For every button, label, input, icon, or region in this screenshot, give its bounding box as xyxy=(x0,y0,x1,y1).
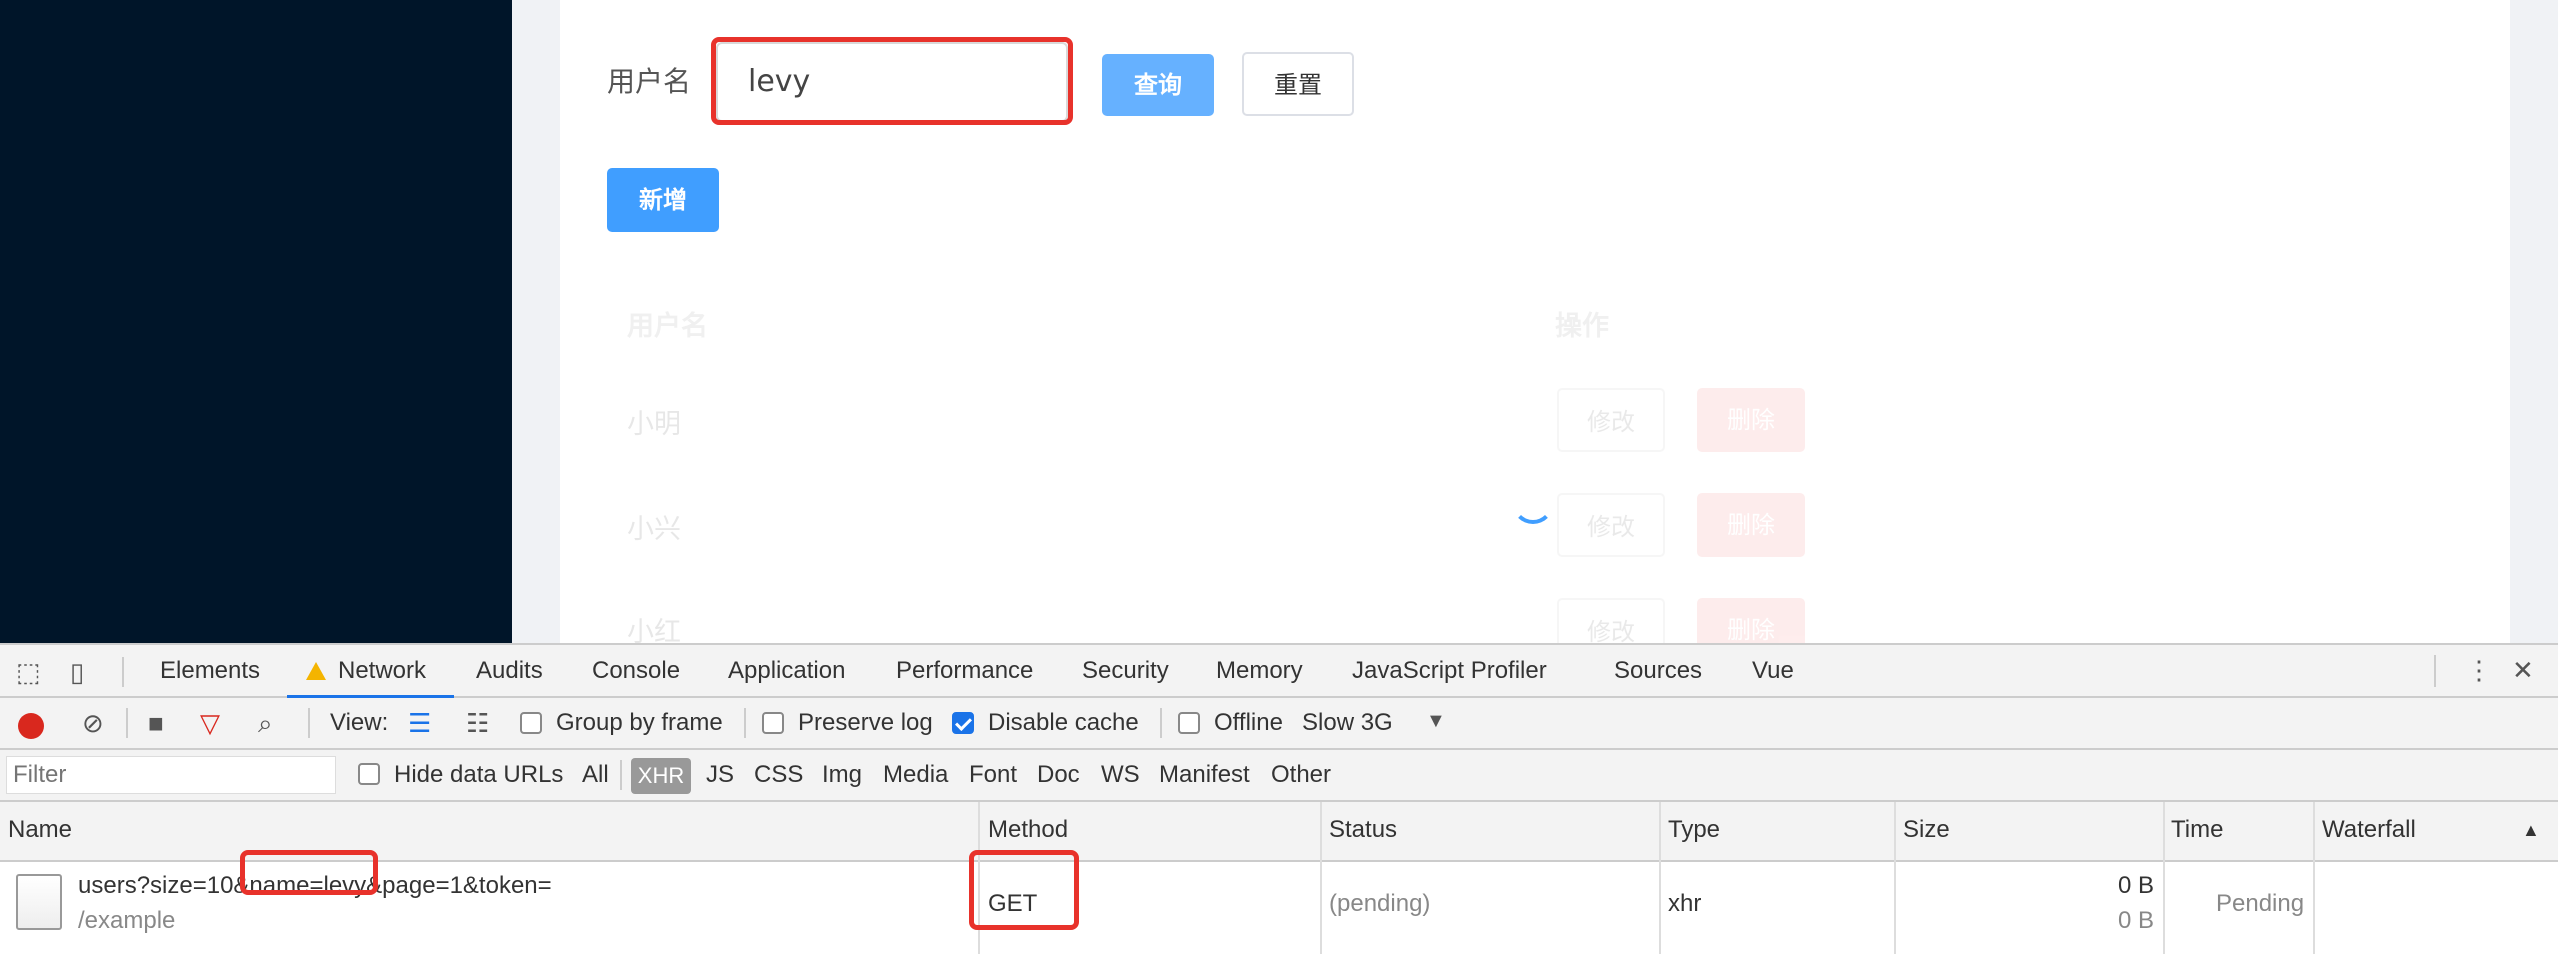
column-status[interactable]: Status xyxy=(1329,816,1397,844)
column-divider xyxy=(1659,802,1661,954)
column-divider xyxy=(1320,802,1322,954)
request-size-resource: 0 B xyxy=(2118,907,2155,934)
divider xyxy=(744,708,746,738)
tab-javascript-profiler[interactable]: JavaScript Profiler xyxy=(1352,655,1547,687)
tab-elements[interactable]: Elements xyxy=(160,655,260,687)
large-rows-icon[interactable]: ☰ xyxy=(408,708,431,738)
edit-button[interactable]: 修改 xyxy=(1557,388,1665,452)
reset-button[interactable]: 重置 xyxy=(1242,52,1354,116)
tab-audits[interactable]: Audits xyxy=(476,655,543,687)
delete-button[interactable]: 删除 xyxy=(1697,388,1805,452)
divider xyxy=(122,657,124,687)
filter-type-doc[interactable]: Doc xyxy=(1037,760,1080,790)
search-icon[interactable]: ⌕ xyxy=(258,708,273,738)
add-button[interactable]: 新增 xyxy=(607,168,719,232)
edit-button[interactable]: 修改 xyxy=(1557,493,1665,557)
search-label: 用户名 xyxy=(607,65,692,98)
query-button[interactable]: 查询 xyxy=(1102,54,1214,116)
tab-memory[interactable]: Memory xyxy=(1216,655,1303,687)
group-by-frame-checkbox[interactable] xyxy=(520,712,542,734)
tab-security[interactable]: Security xyxy=(1082,655,1169,687)
tab-performance[interactable]: Performance xyxy=(896,655,1033,687)
tab-network[interactable]: Network xyxy=(338,655,426,687)
filter-type-media[interactable]: Media xyxy=(883,760,948,790)
divider xyxy=(620,760,622,790)
clear-icon[interactable]: ⊘ xyxy=(82,708,104,738)
document-icon xyxy=(16,874,62,930)
column-divider xyxy=(978,802,980,954)
filter-type-manifest[interactable]: Manifest xyxy=(1159,760,1250,790)
divider xyxy=(2434,655,2436,687)
app-sidebar xyxy=(0,0,512,643)
column-waterfall[interactable]: Waterfall xyxy=(2322,816,2416,844)
column-method[interactable]: Method xyxy=(988,816,1068,844)
filter-icon[interactable]: ▽ xyxy=(200,708,220,738)
request-size-transferred: 0 B xyxy=(2118,872,2155,899)
filter-bar: Hide data URLs All JS CSS Img Media Font… xyxy=(0,750,2558,802)
devtools-panel: ⬚ ▯ Elements Network Audits Console Appl… xyxy=(0,643,2558,954)
username-input-value[interactable]: levy xyxy=(748,63,810,101)
preserve-log-checkbox[interactable] xyxy=(762,712,784,734)
tab-sources[interactable]: Sources xyxy=(1614,655,1702,687)
network-toolbar: ⊘ ■ ▽ ⌕ View: ☰ ☷ Group by frame Preserv… xyxy=(0,698,2558,750)
table-cell-name: 小明 xyxy=(627,409,681,440)
filter-type-xhr[interactable]: XHR xyxy=(631,758,691,794)
group-by-frame-label: Group by frame xyxy=(556,709,723,736)
sort-ascending-icon[interactable]: ▲ xyxy=(2522,820,2540,841)
preserve-log-label: Preserve log xyxy=(798,709,933,736)
filter-input[interactable] xyxy=(6,756,336,794)
column-time[interactable]: Time xyxy=(2171,816,2223,844)
filter-type-all[interactable]: All xyxy=(582,760,609,790)
column-name[interactable]: Name xyxy=(8,816,72,844)
inspect-element-icon[interactable]: ⬚ xyxy=(16,657,41,687)
tab-console[interactable]: Console xyxy=(592,655,680,687)
waterfall-overview-icon[interactable]: ☷ xyxy=(466,708,489,738)
request-time: Pending xyxy=(2216,890,2305,917)
column-divider xyxy=(2163,802,2165,954)
table-header-actions: 操作 xyxy=(1555,311,1609,342)
screenshot-camera-icon[interactable]: ■ xyxy=(148,708,164,738)
close-icon[interactable]: ✕ xyxy=(2512,655,2534,685)
divider xyxy=(126,708,128,738)
filter-type-other[interactable]: Other xyxy=(1271,760,1331,790)
requests-header: Name Method Status Type Size Time Waterf… xyxy=(0,802,2558,862)
offline-checkbox[interactable] xyxy=(1178,712,1200,734)
filter-type-font[interactable]: Font xyxy=(969,760,1017,790)
filter-type-js[interactable]: JS xyxy=(706,760,734,790)
column-size[interactable]: Size xyxy=(1903,816,1950,844)
chevron-down-icon[interactable]: ▼ xyxy=(1426,706,1446,736)
request-name[interactable]: users?size=10&name=levy&page=1&token= xyxy=(78,871,552,901)
warning-icon xyxy=(306,662,326,680)
table-cell-name: 小兴 xyxy=(627,514,681,545)
tab-vue[interactable]: Vue xyxy=(1752,655,1794,687)
user-table: 用户名 操作 小明 修改 删除 小兴 修改 删除 小红 修改 删除 xyxy=(560,280,2510,662)
offline-label: Offline xyxy=(1214,709,1283,736)
divider xyxy=(308,708,310,738)
loading-spinner-icon xyxy=(1512,482,1554,524)
column-divider xyxy=(2313,802,2315,954)
delete-button[interactable]: 删除 xyxy=(1697,493,1805,557)
throttle-select[interactable]: Slow 3G xyxy=(1302,708,1393,738)
disable-cache-checkbox[interactable] xyxy=(952,712,974,734)
column-divider xyxy=(1894,802,1896,954)
request-status: (pending) xyxy=(1329,890,1431,917)
divider xyxy=(1160,708,1162,738)
record-icon[interactable] xyxy=(18,713,44,739)
hide-data-urls-checkbox[interactable] xyxy=(358,763,380,785)
request-method: GET xyxy=(988,890,1038,917)
table-header-username: 用户名 xyxy=(627,311,708,342)
more-options-icon[interactable]: ⋮ xyxy=(2466,655,2492,685)
column-type[interactable]: Type xyxy=(1668,816,1720,844)
filter-type-css[interactable]: CSS xyxy=(754,760,803,790)
devtools-tabbar: ⬚ ▯ Elements Network Audits Console Appl… xyxy=(0,643,2558,699)
request-type: xhr xyxy=(1668,890,1702,917)
hide-data-urls-label: Hide data URLs xyxy=(394,761,564,788)
request-path: /example xyxy=(78,907,176,934)
filter-type-img[interactable]: Img xyxy=(822,760,862,790)
disable-cache-label: Disable cache xyxy=(988,709,1139,736)
view-label: View: xyxy=(330,709,389,736)
filter-type-ws[interactable]: WS xyxy=(1101,760,1140,790)
device-toolbar-icon[interactable]: ▯ xyxy=(70,657,84,687)
tab-application[interactable]: Application xyxy=(728,655,845,687)
